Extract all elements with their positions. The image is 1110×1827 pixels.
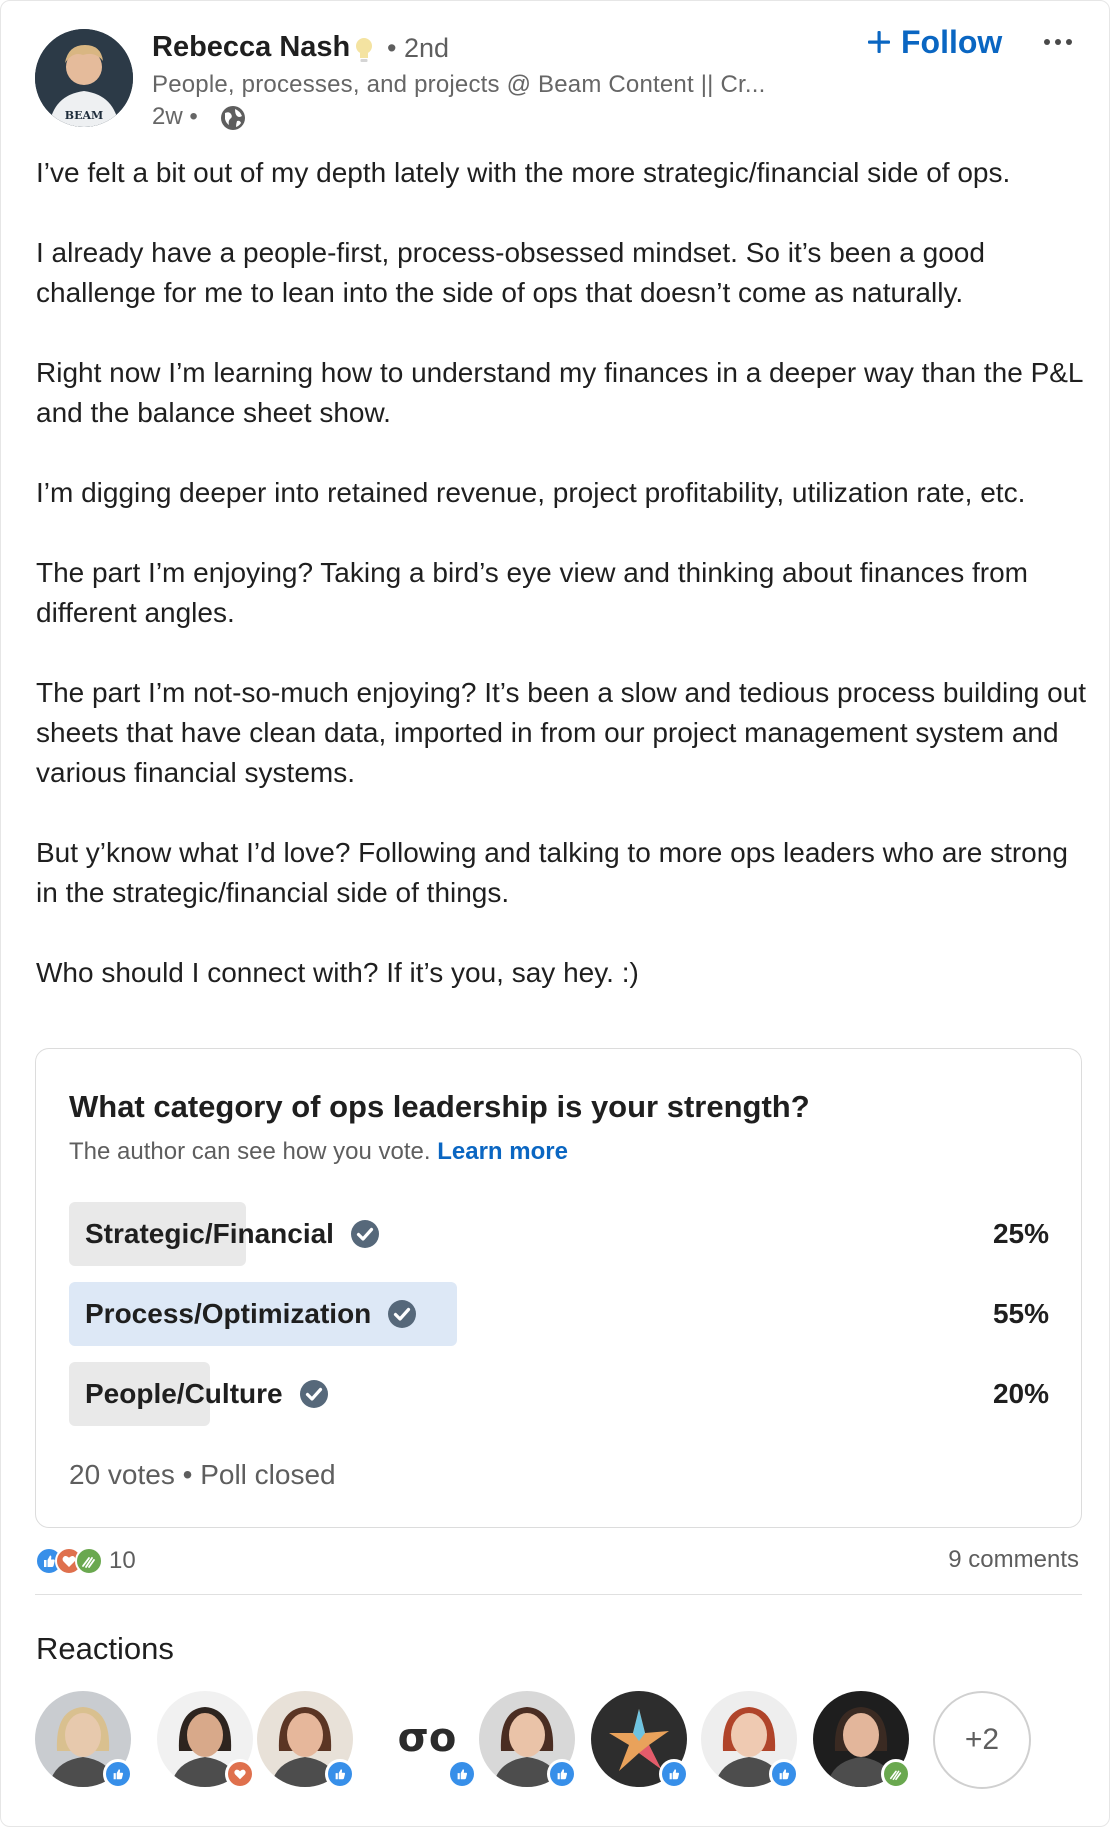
post-card: BEAM Rebecca Nash • 2nd People, processe… [0,0,1110,1827]
post-paragraph: The part I’m enjoying? Taking a bird’s e… [36,557,1028,628]
support-reaction-icon [75,1547,103,1575]
post-text: I’ve felt a bit out of my depth lately w… [36,153,1096,993]
globe-icon [221,106,245,130]
post-paragraph: I’ve felt a bit out of my depth lately w… [36,157,1011,188]
follow-button[interactable]: Follow [861,19,1008,65]
like-reaction-icon [325,1759,355,1789]
author-headline: People, processes, and projects @ Beam C… [152,71,766,98]
poll-option: Strategic/Financial 25% [69,1202,1049,1266]
love-reaction-icon [225,1759,255,1789]
reactor-avatar[interactable] [701,1691,799,1789]
reactor-avatar[interactable] [591,1691,689,1789]
reactor-avatar[interactable]: σo [379,1691,477,1789]
like-reaction-icon [769,1759,799,1789]
reaction-summary[interactable]: 10 [35,1546,136,1576]
svg-text:σo: σo [398,1715,457,1761]
author-name[interactable]: Rebecca Nash [152,31,350,64]
poll-question: What category of ops leadership is your … [69,1089,810,1124]
connection-degree: • 2nd [387,33,450,63]
poll-option-label: People/Culture [85,1378,283,1409]
poll-option-percent: 55% [992,1298,1049,1329]
poll-note: The author can see how you vote. Learn m… [69,1138,568,1166]
learn-more-link[interactable]: Learn more [437,1138,568,1165]
post-time: 2w • [152,103,198,130]
post-paragraph: The part I’m not-so-much enjoying? It’s … [36,677,1087,788]
author-avatar[interactable]: BEAM [35,29,133,127]
more-reactors-button[interactable]: +2 [933,1691,1031,1789]
reaction-count: 10 [109,1547,136,1574]
more-options-icon[interactable] [1041,27,1075,57]
poll-option: Process/Optimization 55% [69,1282,1049,1346]
checkmark-icon [388,1300,417,1328]
reactor-avatar[interactable] [35,1691,133,1789]
poll-card: What category of ops leadership is your … [35,1048,1082,1528]
checkmark-icon [299,1380,328,1408]
like-reaction-icon [103,1759,133,1789]
reactions-heading: Reactions [36,1631,174,1666]
poll-option: People/Culture 20% [69,1362,1049,1426]
reactor-avatar[interactable] [479,1691,577,1789]
like-reaction-icon [447,1759,477,1789]
reactor-avatar[interactable] [157,1691,255,1789]
like-reaction-icon [547,1759,577,1789]
post-paragraph: I’m digging deeper into retained revenue… [36,477,1026,508]
comments-count[interactable]: 9 comments [948,1546,1079,1574]
reactor-avatar[interactable] [257,1691,355,1789]
svg-text:BEAM: BEAM [65,109,103,122]
post-paragraph: Right now I’m learning how to understand… [36,357,1083,428]
like-reaction-icon [659,1759,689,1789]
divider [35,1594,1082,1595]
poll-option-label: Process/Optimization [85,1298,372,1329]
post-paragraph: But y’know what I’d love? Following and … [36,837,1068,908]
post-paragraph: I already have a people-first, process-o… [36,237,985,308]
lightbulb-icon [356,38,372,62]
poll-note-text: The author can see how you vote. [69,1138,431,1165]
poll-option-label: Strategic/Financial [85,1218,334,1249]
poll-footer: 20 votes • Poll closed [69,1459,336,1490]
post-paragraph: Who should I connect with? If it’s you, … [36,957,639,988]
support-reaction-icon [881,1759,911,1789]
poll-option-percent: 20% [992,1378,1049,1409]
poll-option-percent: 25% [992,1218,1049,1249]
follow-label: Follow [901,23,1003,60]
reactor-avatar[interactable] [813,1691,911,1789]
plus-icon [868,31,890,53]
checkmark-icon [350,1220,379,1248]
